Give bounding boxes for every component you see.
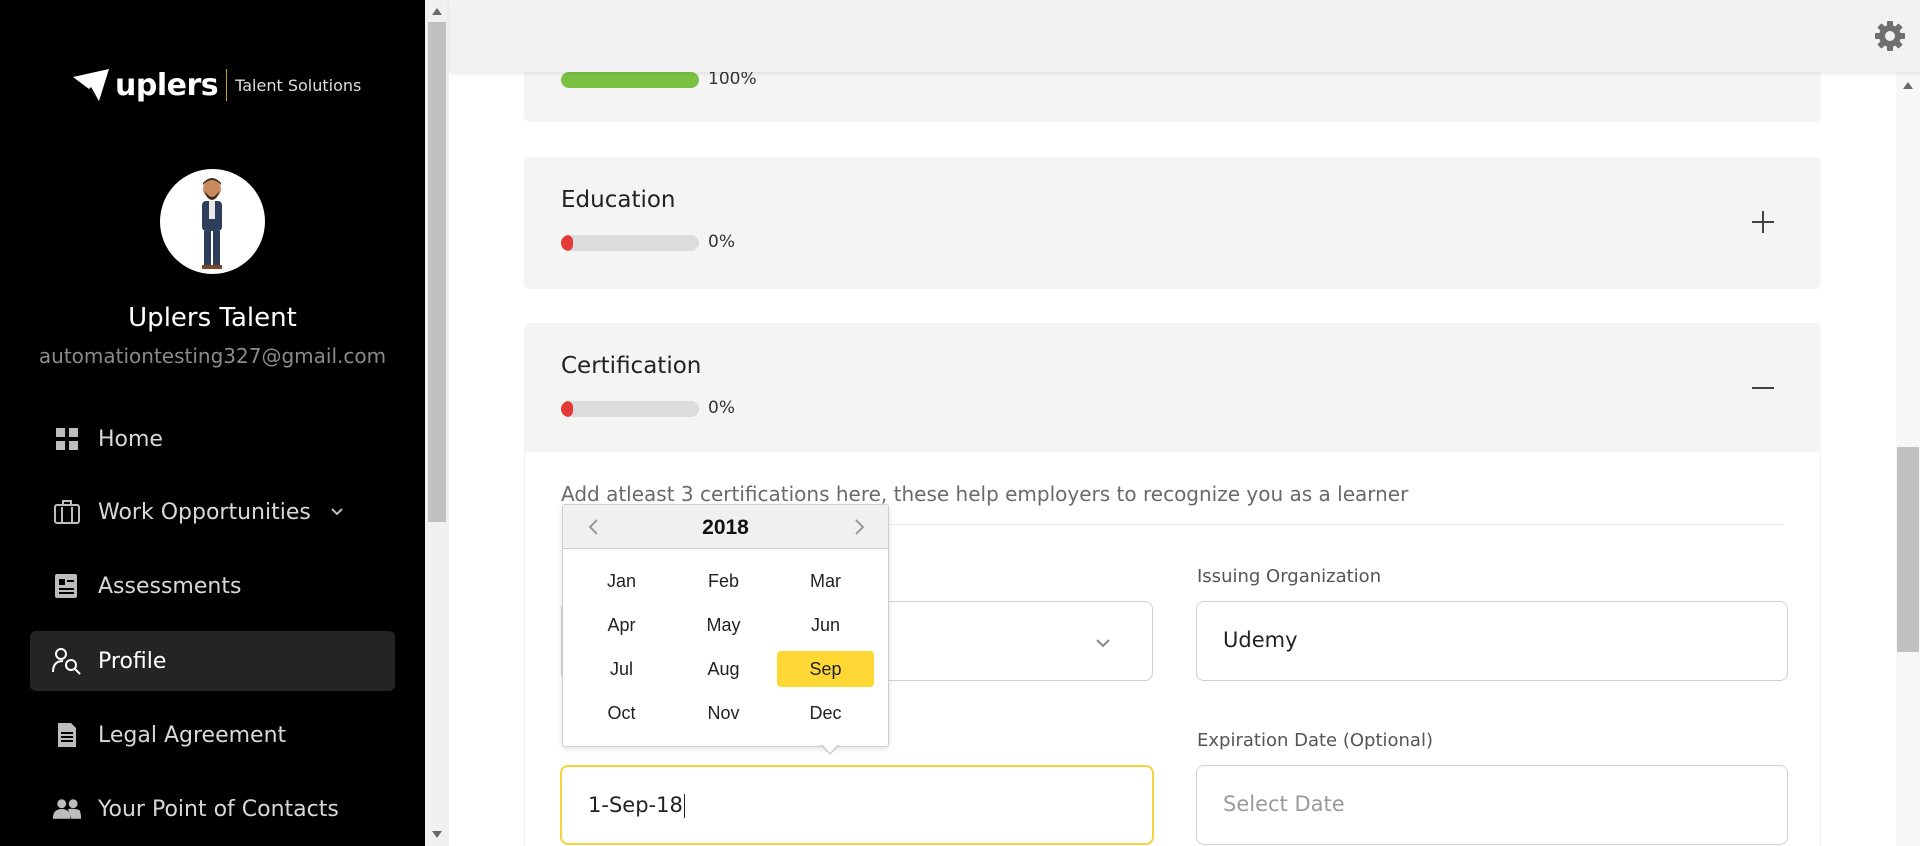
user-name: Uplers Talent xyxy=(128,303,297,333)
certification-description: Add atleast 3 certifications here, these… xyxy=(561,482,1409,506)
sidebar-item-legal-agreement[interactable]: Legal Agreement xyxy=(30,705,395,765)
avatar[interactable] xyxy=(160,169,265,274)
sidebar-item-label: Your Point of Contacts xyxy=(98,796,339,822)
assessment-icon xyxy=(52,571,82,601)
brand-tagline: Talent Solutions xyxy=(235,75,362,95)
sidebar-item-point-of-contacts[interactable]: Your Point of Contacts xyxy=(30,779,395,839)
sidebar-item-assessments[interactable]: Assessments xyxy=(30,556,395,616)
chevron-down-icon xyxy=(1096,639,1110,648)
scroll-down-arrow-icon[interactable] xyxy=(432,831,442,838)
sidebar-item-label: Assessments xyxy=(98,573,242,599)
education-card[interactable]: Education 0% xyxy=(524,157,1821,289)
grid-icon xyxy=(52,424,82,454)
gear-icon[interactable] xyxy=(1874,20,1906,52)
text-caret xyxy=(683,794,685,818)
chevron-right-icon[interactable] xyxy=(850,518,868,536)
month-option-oct[interactable]: Oct xyxy=(573,695,670,731)
sidebar-scrollbar[interactable] xyxy=(425,0,449,846)
sidebar-item-profile[interactable]: Profile xyxy=(30,631,395,691)
contacts-icon xyxy=(52,794,82,824)
briefcase-icon xyxy=(52,497,82,527)
month-grid: Jan Feb Mar Apr May Jun Jul Aug Sep Oct … xyxy=(573,563,878,731)
sidebar-item-home[interactable]: Home xyxy=(30,409,395,469)
month-option-aug[interactable]: Aug xyxy=(675,651,772,687)
education-progress-label: 0% xyxy=(708,232,735,252)
expiration-date-placeholder: Select Date xyxy=(1223,792,1345,816)
user-email: automationtesting327@gmail.com xyxy=(38,344,387,368)
plus-icon[interactable] xyxy=(1750,209,1776,235)
main-scrollbar[interactable] xyxy=(1896,72,1920,846)
brand-divider xyxy=(226,69,228,101)
uplers-logo-icon xyxy=(73,69,109,101)
sidebar: uplers Talent Solutions Uplers Talent au… xyxy=(0,0,425,846)
top-bar xyxy=(449,0,1920,72)
certification-card[interactable]: Certification 0% xyxy=(524,323,1821,452)
sidebar-item-label: Legal Agreement xyxy=(98,722,287,748)
issue-date-value-wrap: 1-Sep-18 xyxy=(588,793,685,818)
month-option-apr[interactable]: Apr xyxy=(573,607,670,643)
minus-icon[interactable] xyxy=(1750,375,1776,401)
scroll-up-arrow-icon[interactable] xyxy=(1903,82,1913,89)
expiration-date-label: Expiration Date (Optional) xyxy=(1197,730,1433,751)
month-picker-pointer-fill xyxy=(822,744,838,753)
certification-title: Certification xyxy=(561,353,702,379)
brand-name: uplers xyxy=(115,67,219,103)
education-progress-bar xyxy=(561,235,699,251)
brand-logo[interactable]: uplers Talent Solutions xyxy=(69,65,361,105)
month-option-jul[interactable]: Jul xyxy=(573,651,670,687)
month-option-mar[interactable]: Mar xyxy=(777,563,874,599)
issue-date-field[interactable]: 1-Sep-18 xyxy=(560,765,1154,845)
month-option-jan[interactable]: Jan xyxy=(573,563,670,599)
month-picker: 2018 Jan Feb Mar Apr May Jun Jul Aug Sep… xyxy=(562,504,889,747)
previous-section-card: 100% xyxy=(524,72,1821,122)
issue-date-value: 1-Sep-18 xyxy=(588,793,683,817)
avatar-illustration xyxy=(202,178,222,269)
previous-progress-label: 100% xyxy=(708,72,757,89)
month-option-jun[interactable]: Jun xyxy=(777,607,874,643)
scrollbar-thumb[interactable] xyxy=(428,22,446,522)
month-picker-year[interactable]: 2018 xyxy=(563,516,888,540)
sidebar-item-label: Home xyxy=(98,426,163,452)
user-search-icon xyxy=(52,646,82,676)
scrollbar-thumb[interactable] xyxy=(1897,447,1919,652)
issuing-organization-field[interactable]: Udemy xyxy=(1196,601,1788,681)
chevron-down-icon[interactable] xyxy=(329,504,345,520)
expiration-date-field[interactable]: Select Date xyxy=(1196,765,1788,845)
certification-progress-label: 0% xyxy=(708,398,735,418)
month-picker-header: 2018 xyxy=(563,505,888,549)
document-icon xyxy=(52,720,82,750)
sidebar-item-label: Profile xyxy=(98,648,167,674)
education-title: Education xyxy=(561,187,676,213)
month-option-may[interactable]: May xyxy=(675,607,772,643)
sidebar-item-work-opportunities[interactable]: Work Opportunities xyxy=(30,482,395,542)
month-option-feb[interactable]: Feb xyxy=(675,563,772,599)
previous-progress-bar xyxy=(561,72,699,88)
issuing-organization-label: Issuing Organization xyxy=(1197,566,1382,587)
issuing-organization-value: Udemy xyxy=(1223,628,1298,652)
sidebar-item-label: Work Opportunities xyxy=(98,499,311,525)
certification-progress-bar xyxy=(561,401,699,417)
month-option-nov[interactable]: Nov xyxy=(675,695,772,731)
scroll-up-arrow-icon[interactable] xyxy=(432,8,442,15)
month-option-sep[interactable]: Sep xyxy=(777,651,874,687)
month-option-dec[interactable]: Dec xyxy=(777,695,874,731)
